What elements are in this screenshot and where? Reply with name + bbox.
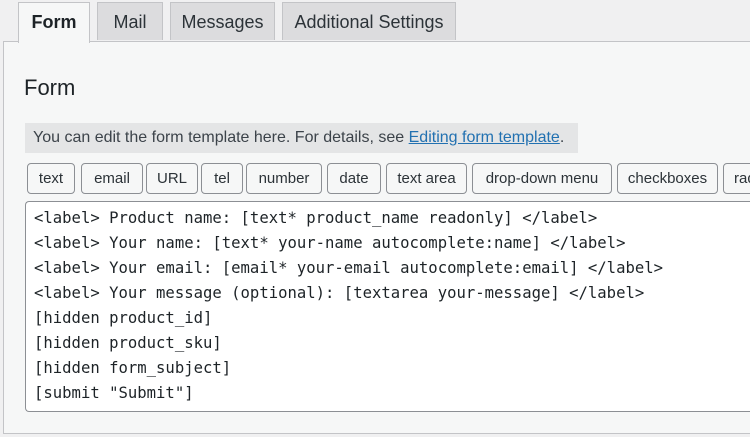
tag-button-dropdown-menu[interactable]: drop-down menu [472,163,612,194]
tag-button-url[interactable]: URL [146,163,198,194]
tag-button-textarea[interactable]: text area [386,163,467,194]
template-line: [hidden product_sku] [34,334,222,352]
tab-additional-settings[interactable]: Additional Settings [282,2,456,40]
form-template-textarea[interactable]: <label> Product name: [text* product_nam… [25,201,750,412]
tag-button-date[interactable]: date [327,163,381,194]
template-line: [submit "Submit"] [34,384,194,402]
template-line: <label> Product name: [text* product_nam… [34,209,598,227]
tag-button-text[interactable]: text [27,163,75,194]
template-line: <label> Your name: [text* your-name auto… [34,234,626,252]
panel-title: Form [24,75,76,100]
tab-messages[interactable]: Messages [170,2,275,40]
template-line: [hidden product_id] [34,309,213,327]
help-notice: You can edit the form template here. For… [25,123,578,153]
editor-tabs: Form Mail Messages Additional Settings [0,0,750,43]
contact-form-editor: Form Mail Messages Additional Settings F… [0,0,750,437]
tab-mail[interactable]: Mail [97,2,163,40]
template-line: <label> Your email: [email* your-email a… [34,259,664,277]
tag-button-tel[interactable]: tel [201,163,243,194]
tab-form[interactable]: Form [18,2,90,43]
tag-button-number[interactable]: number [246,163,322,194]
tag-button-checkboxes[interactable]: checkboxes [617,163,718,194]
template-line: <label> Your message (optional): [textar… [34,284,645,302]
template-line: [hidden form_subject] [34,359,232,377]
form-panel: Form You can edit the form template here… [3,41,750,434]
tag-button-radio-buttons[interactable]: radio buttons [723,163,750,194]
notice-end: . [559,129,565,146]
tag-button-email[interactable]: email [81,163,143,194]
editing-form-template-link[interactable]: Editing form template [409,129,560,146]
notice-text: You can edit the form template here. For… [33,129,409,146]
